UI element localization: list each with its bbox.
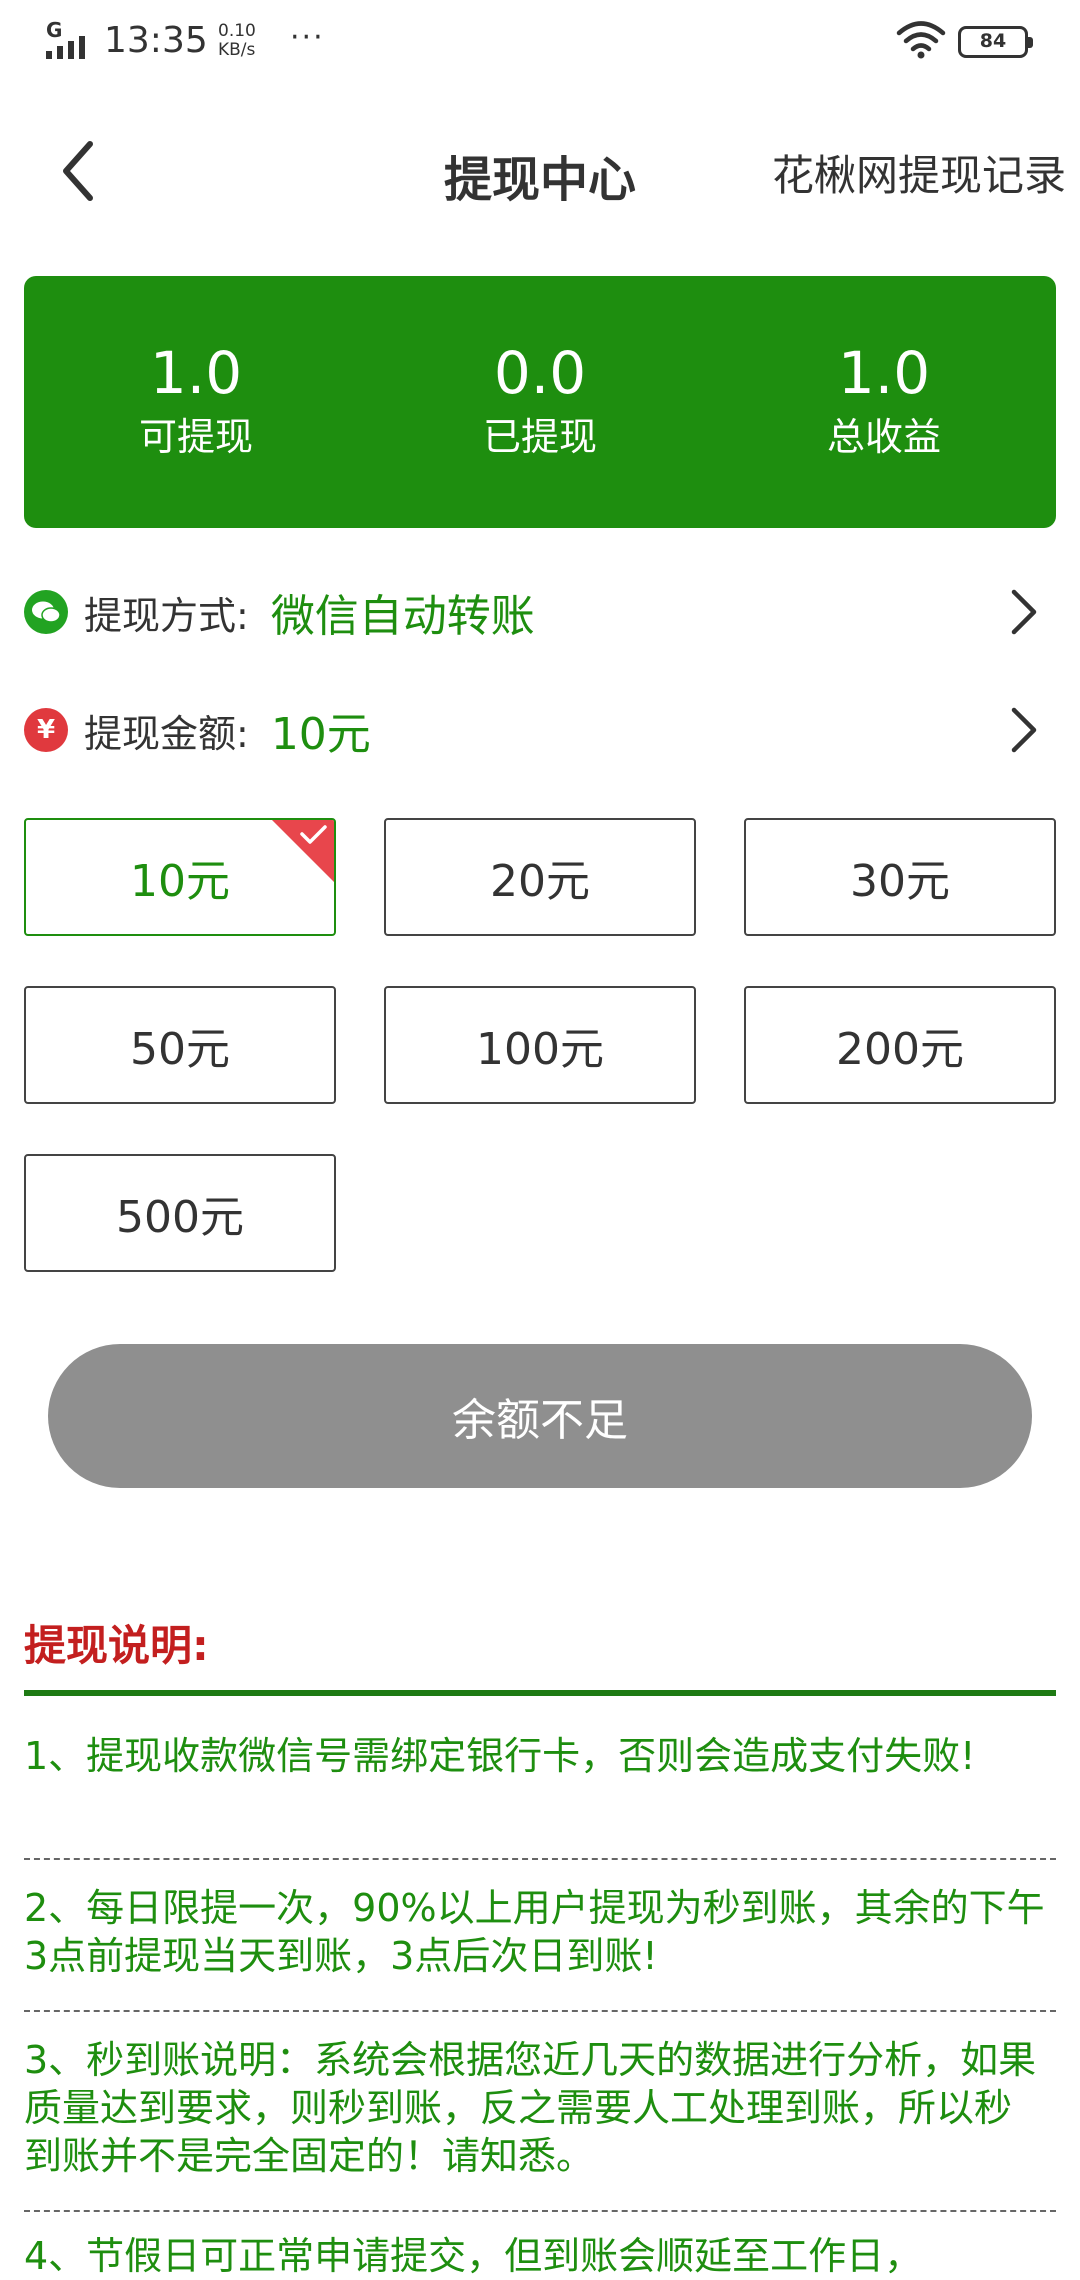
wechat-icon — [24, 590, 68, 634]
signal-icon — [46, 36, 85, 59]
yuan-icon: ¥ — [24, 708, 68, 752]
checkmark-icon — [300, 825, 327, 844]
submit-withdraw-button[interactable]: 余额不足 — [48, 1344, 1032, 1488]
amount-option-label: 50元 — [130, 1024, 230, 1075]
page-header: 提现中心 花楸网提现记录 — [0, 100, 1080, 240]
stat-withdrawable: 1.0 可提现 — [24, 276, 368, 528]
withdraw-record-link[interactable]: 花楸网提现记录 — [772, 142, 1066, 203]
note-divider — [24, 1858, 1056, 1860]
withdraw-amount-label: 提现金额: — [84, 711, 249, 756]
withdraw-method-label: 提现方式: — [84, 593, 249, 638]
notes-title: 提现说明: — [24, 1621, 209, 1670]
network-speed: 0.10 KB/s — [218, 22, 256, 60]
stat-value: 1.0 — [149, 339, 243, 407]
stat-label: 总收益 — [826, 415, 941, 459]
amount-option[interactable]: 30元 — [744, 818, 1056, 936]
amount-option-label: 30元 — [850, 856, 950, 907]
amount-option[interactable]: 200元 — [744, 986, 1056, 1104]
note-item: 1、提现收款微信号需绑定银行卡，否则会造成支付失败! — [24, 1734, 976, 1778]
stat-label: 可提现 — [138, 415, 253, 459]
amount-option[interactable]: 500元 — [24, 1154, 336, 1272]
battery-icon: 84 — [958, 26, 1033, 58]
note-item: 4、节假日可正常申请提交，但到账会顺延至工作日， — [24, 2234, 923, 2278]
amount-option[interactable]: 100元 — [384, 986, 696, 1104]
notes-divider — [24, 1690, 1056, 1696]
status-time: 13:35 — [104, 20, 208, 61]
withdraw-amount-value: 10元 — [270, 709, 371, 760]
amount-option-label: 500元 — [116, 1192, 244, 1243]
amount-option[interactable]: 20元 — [384, 818, 696, 936]
amount-option-label: 20元 — [490, 856, 590, 907]
withdraw-method-value: 微信自动转账 — [270, 591, 535, 642]
withdraw-amount-row[interactable]: ¥ 提现金额: 10元 — [24, 690, 1056, 770]
amount-option[interactable]: 10元 — [24, 818, 336, 936]
wifi-icon — [896, 21, 946, 59]
stat-value: 0.0 — [493, 339, 587, 407]
stat-value: 1.0 — [837, 339, 931, 407]
amount-option[interactable]: 50元 — [24, 986, 336, 1104]
amount-option-label: 200元 — [836, 1024, 964, 1075]
note-divider — [24, 2210, 1056, 2212]
network-speed-unit: KB/s — [218, 40, 256, 60]
more-notifications-icon: ··· — [290, 20, 325, 55]
status-bar: G 13:35 0.10 KB/s ··· 84 — [0, 0, 1080, 90]
stat-withdrawn: 0.0 已提现 — [368, 276, 712, 528]
stat-label: 已提现 — [482, 415, 597, 459]
balance-summary-card: 1.0 可提现 0.0 已提现 1.0 总收益 — [24, 276, 1056, 528]
withdraw-method-row[interactable]: 提现方式: 微信自动转账 — [24, 572, 1056, 652]
network-speed-value: 0.10 — [218, 21, 256, 41]
chevron-right-icon — [1011, 589, 1037, 635]
note-item: 2、每日限提一次，90%以上用户提现为秒到账，其余的下午3点前提现当天到账，3点… — [24, 1886, 1045, 1978]
note-divider — [24, 2010, 1056, 2012]
chevron-right-icon — [1011, 707, 1037, 753]
stat-total-earnings: 1.0 总收益 — [712, 276, 1056, 528]
note-item: 3、秒到账说明：系统会根据您近几天的数据进行分析，如果质量达到要求，则秒到账，反… — [24, 2038, 1037, 2178]
amount-option-label: 100元 — [476, 1024, 604, 1075]
amount-option-label: 10元 — [130, 856, 230, 907]
